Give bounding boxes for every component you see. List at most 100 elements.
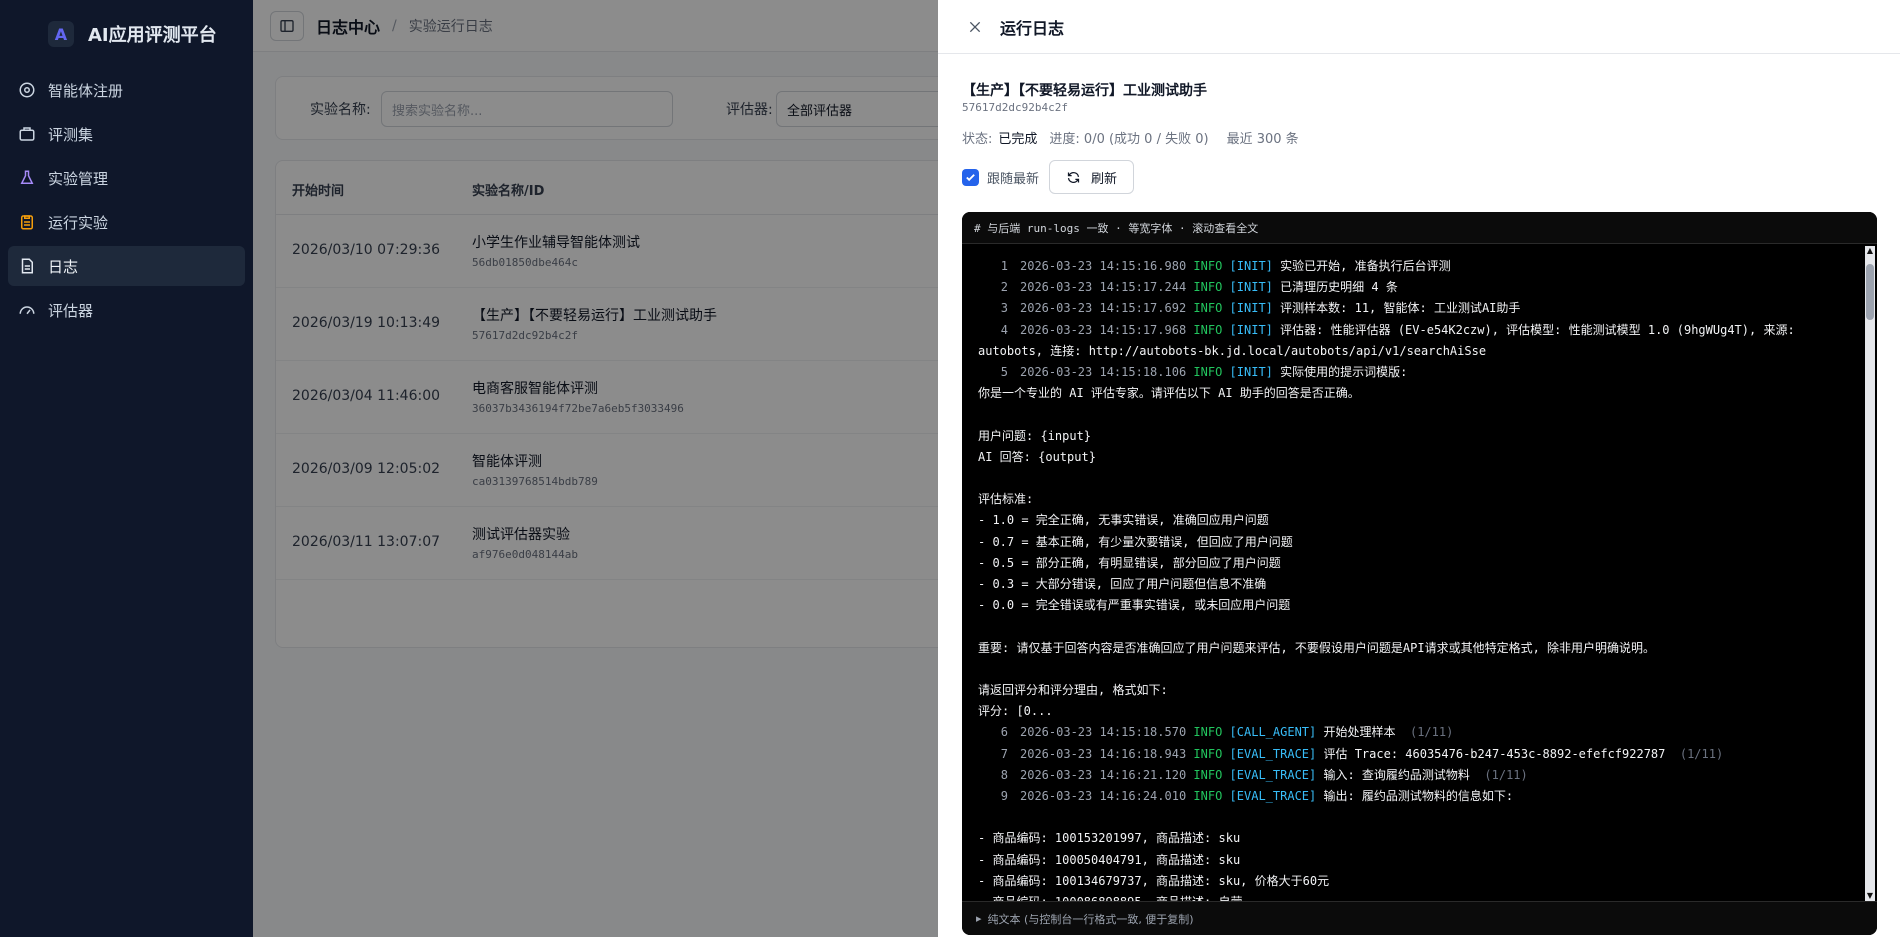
scroll-down-arrow[interactable]: ▼ bbox=[1865, 891, 1875, 901]
sidebar-item-label: 智能体注册 bbox=[48, 81, 124, 100]
status-line: 状态: 已完成 进度: 0/0 (成功 0 / 失败 0) 最近 300 条 bbox=[962, 128, 1299, 147]
log-console: # 与后端 run-logs 一致 · 等宽字体 · 滚动查看全文 1 2026-… bbox=[962, 212, 1877, 935]
checkmark-icon bbox=[966, 173, 975, 181]
log-timestamp: 2026-03-23 14:15:17.968 bbox=[1020, 322, 1187, 337]
status-value: 已完成 bbox=[998, 132, 1038, 147]
log-line: 1 2026-03-23 14:15:16.980 INFO [INIT] 实验已… bbox=[978, 256, 1847, 277]
run-log-drawer: 运行日志 【生产】【不要轻易运行】工业测试助手 57617d2dc92b4c2f… bbox=[938, 0, 1900, 937]
status-label: 状态: bbox=[962, 132, 993, 147]
plain-text-label: 纯文本 (与控制台一行格式一致, 便于复制) bbox=[987, 912, 1194, 926]
log-timestamp: 2026-03-23 14:16:21.120 bbox=[1020, 767, 1187, 782]
sidebar-item-label: 评估器 bbox=[48, 301, 94, 320]
brand: A AI应用评测平台 bbox=[0, 0, 253, 68]
log-level: INFO bbox=[1193, 322, 1223, 337]
log-tag: [INIT] bbox=[1229, 322, 1273, 337]
log-level: INFO bbox=[1193, 746, 1223, 761]
line-number: 4 bbox=[1000, 322, 1008, 337]
log-line: 5 2026-03-23 14:15:18.106 INFO [INIT] 实际使… bbox=[978, 362, 1847, 722]
close-button[interactable] bbox=[964, 16, 986, 38]
agent-icon bbox=[19, 82, 35, 98]
console-scrollbar[interactable]: ▲ ▼ bbox=[1865, 246, 1875, 901]
progress-text: 进度: 0/0 (成功 0 / 失败 0) bbox=[1049, 132, 1209, 147]
log-timestamp: 2026-03-23 14:15:18.106 bbox=[1020, 365, 1187, 380]
log-message: 实验已开始, 准备执行后台评测 bbox=[1280, 259, 1451, 273]
log-message: 开始处理样本 bbox=[1323, 725, 1396, 740]
refresh-button[interactable]: 刷新 bbox=[1049, 160, 1135, 194]
line-number: 3 bbox=[1000, 301, 1008, 316]
sidebar-item-evaluators[interactable]: 评估器 bbox=[8, 290, 245, 330]
log-tag: [INIT] bbox=[1229, 259, 1273, 273]
line-number: 6 bbox=[1000, 725, 1008, 740]
log-tag: [EVAL_TRACE] bbox=[1229, 767, 1317, 782]
sidebar-item-label: 实验管理 bbox=[48, 169, 109, 188]
log-level: INFO bbox=[1193, 767, 1223, 782]
log-tag: [INIT] bbox=[1229, 365, 1273, 380]
log-timestamp: 2026-03-23 14:16:18.943 bbox=[1020, 746, 1187, 761]
log-level: INFO bbox=[1193, 301, 1223, 316]
gauge-icon bbox=[19, 306, 35, 315]
sidebar-item-label: 日志 bbox=[48, 257, 79, 276]
log-counter: (1/11) bbox=[1409, 725, 1454, 740]
console-body[interactable]: 1 2026-03-23 14:15:16.980 INFO [INIT] 实验已… bbox=[962, 244, 1863, 901]
log-line: 9 2026-03-23 14:16:24.010 INFO [EVAL_TRAC… bbox=[978, 786, 1847, 901]
modal-backdrop[interactable] bbox=[253, 0, 938, 937]
follow-latest-checkbox[interactable] bbox=[962, 168, 979, 186]
line-number: 7 bbox=[1000, 746, 1008, 761]
log-level: INFO bbox=[1193, 280, 1223, 295]
brand-logo: A bbox=[48, 21, 74, 47]
plain-text-toggle[interactable]: ▸ 纯文本 (与控制台一行格式一致, 便于复制) bbox=[962, 901, 1877, 935]
log-message: 实际使用的提示词模版: 你是一个专业的 AI 评估专家。请评估以下 AI 助手的… bbox=[978, 365, 1656, 719]
sidebar-item-dataset[interactable]: 评测集 bbox=[8, 114, 245, 154]
log-message: 输出: 履约品测试物料的信息如下: - 商品编码: 100153201997, … bbox=[978, 789, 1514, 901]
drawer-title: 运行日志 bbox=[1000, 18, 1065, 38]
log-level: INFO bbox=[1193, 725, 1223, 740]
log-line: 7 2026-03-23 14:16:18.943 INFO [EVAL_TRAC… bbox=[978, 744, 1847, 765]
line-number: 2 bbox=[1000, 280, 1008, 295]
log-timestamp: 2026-03-23 14:15:17.244 bbox=[1020, 280, 1187, 295]
log-tag: [CALL_AGENT] bbox=[1229, 725, 1317, 740]
sidebar-item-label: 运行实验 bbox=[48, 213, 109, 232]
sidebar-item-agent-registration[interactable]: 智能体注册 bbox=[8, 70, 245, 110]
log-timestamp: 2026-03-23 14:16:24.010 bbox=[1020, 789, 1187, 804]
experiment-title: 【生产】【不要轻易运行】工业测试助手 bbox=[962, 83, 1207, 99]
follow-latest-label: 跟随最新 bbox=[987, 171, 1040, 187]
log-line: 6 2026-03-23 14:15:18.570 INFO [CALL_AGEN… bbox=[978, 722, 1847, 743]
experiment-id: 57617d2dc92b4c2f bbox=[962, 101, 1068, 114]
log-level: INFO bbox=[1193, 789, 1223, 804]
scroll-up-arrow[interactable]: ▲ bbox=[1865, 246, 1875, 256]
recent-count-text: 最近 300 条 bbox=[1226, 132, 1299, 147]
dataset-icon bbox=[19, 127, 35, 141]
log-line: 4 2026-03-23 14:15:17.968 INFO [INIT] 评估器… bbox=[978, 320, 1847, 362]
refresh-icon bbox=[1067, 171, 1080, 183]
flask-icon bbox=[20, 170, 34, 184]
log-counter: (1/11) bbox=[1679, 746, 1724, 761]
sidebar-item-label: 评测集 bbox=[48, 125, 94, 144]
line-number: 5 bbox=[1000, 365, 1008, 380]
close-icon bbox=[969, 21, 981, 32]
log-line: 8 2026-03-23 14:16:21.120 INFO [EVAL_TRAC… bbox=[978, 765, 1847, 786]
sidebar-item-experiments[interactable]: 实验管理 bbox=[8, 158, 245, 198]
sidebar-item-logs[interactable]: 日志 bbox=[8, 246, 245, 286]
log-tag: [INIT] bbox=[1229, 280, 1273, 295]
log-controls: 跟随最新 刷新 bbox=[962, 160, 1135, 194]
clipboard-icon bbox=[21, 215, 33, 230]
log-timestamp: 2026-03-23 14:15:18.570 bbox=[1020, 725, 1187, 740]
scrollbar-thumb[interactable] bbox=[1866, 264, 1874, 320]
line-number: 9 bbox=[1000, 789, 1008, 804]
expand-triangle-icon: ▸ bbox=[976, 912, 982, 925]
log-counter: (1/11) bbox=[1484, 767, 1528, 782]
log-message: 评测样本数: 11, 智能体: 工业测试AI助手 bbox=[1280, 301, 1521, 316]
log-message: 已清理历史明细 4 条 bbox=[1280, 280, 1398, 295]
log-level: INFO bbox=[1193, 365, 1223, 380]
line-number: 8 bbox=[1000, 767, 1008, 782]
log-level: INFO bbox=[1193, 259, 1223, 273]
sidebar-item-run-experiment[interactable]: 运行实验 bbox=[8, 202, 245, 242]
brand-name: AI应用评测平台 bbox=[88, 25, 217, 46]
log-tag: [EVAL_TRACE] bbox=[1229, 746, 1317, 761]
log-message: 输入: 查询履约品测试物料 bbox=[1323, 767, 1470, 782]
log-message: 评估 Trace: 46035476-b247-453c-8892-efefcf… bbox=[1323, 746, 1666, 761]
sidebar: A AI应用评测平台 智能体注册 评测集 实验管理 运行实验 日志 评估器 bbox=[0, 0, 253, 937]
log-timestamp: 2026-03-23 14:15:16.980 bbox=[1020, 259, 1187, 273]
drawer-header: 运行日志 bbox=[938, 0, 1900, 54]
log-timestamp: 2026-03-23 14:15:17.692 bbox=[1020, 301, 1187, 316]
